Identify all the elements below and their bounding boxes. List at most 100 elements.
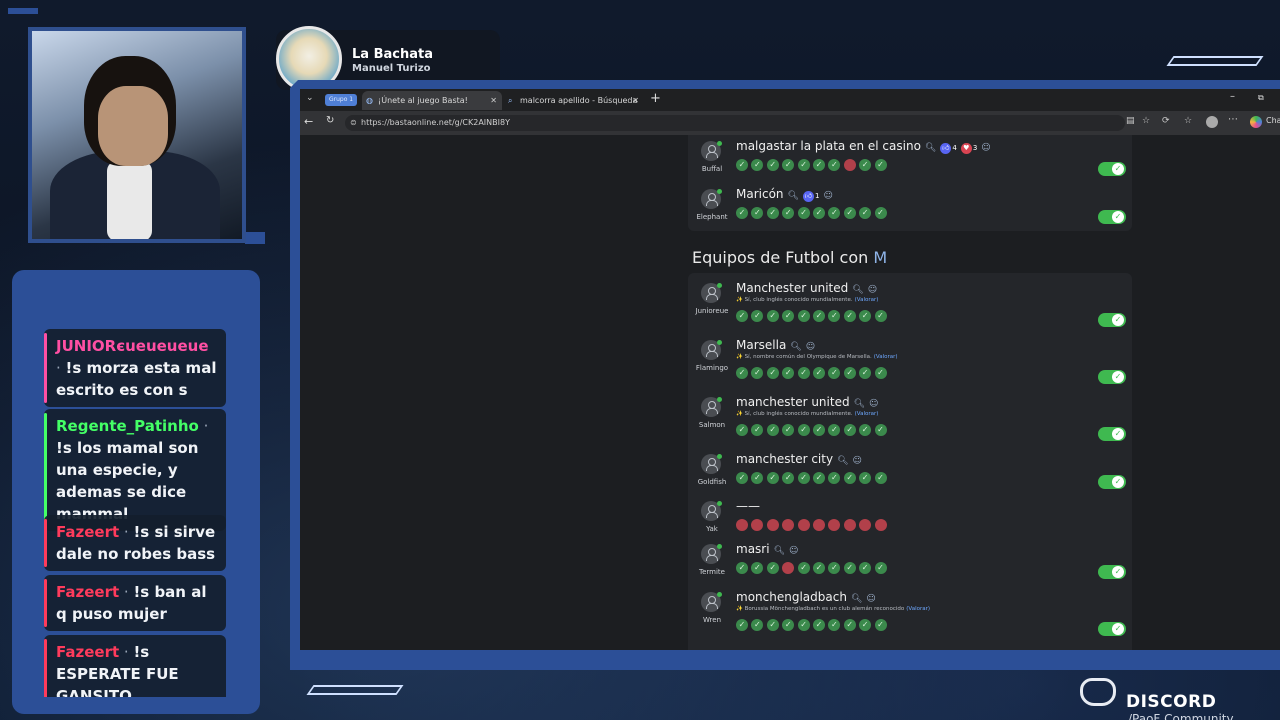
site-info-icon[interactable]: ⊜	[350, 115, 357, 131]
vote-approve-icon: ✓	[812, 367, 825, 379]
validity-toggle[interactable]	[1098, 565, 1126, 579]
close-icon[interactable]: ✕	[490, 91, 497, 110]
vote-approve-icon: ✓	[736, 619, 748, 631]
reader-icon[interactable]: ▤	[1126, 116, 1135, 126]
vote-approve-icon: ✓	[766, 310, 779, 322]
collections-icon[interactable]: ☆	[1184, 116, 1192, 126]
back-arrow-icon[interactable]: ←	[304, 115, 313, 128]
vote-approve-icon: ✓	[812, 562, 825, 574]
add-reaction-icon[interactable]: ☺	[806, 342, 815, 352]
vote-approve-icon: ✓	[797, 472, 810, 484]
online-indicator	[717, 397, 722, 402]
add-reaction-icon[interactable]: ☺	[868, 285, 877, 295]
search-icon[interactable]: 🔍︎	[854, 399, 865, 409]
vote-reject-icon	[828, 519, 841, 531]
player-avatar	[701, 283, 722, 303]
validity-toggle[interactable]	[1098, 313, 1126, 327]
reload-icon[interactable]: ↻	[326, 115, 334, 126]
search-icon[interactable]: 🔍︎	[837, 456, 848, 466]
url-field[interactable]: ⊜ https://bastaonline.net/g/CK2AINBI8Y	[345, 115, 1125, 131]
more-menu-icon[interactable]: ⋯	[1228, 114, 1238, 125]
add-reaction-icon[interactable]: ☺	[853, 456, 862, 466]
profile-avatar-icon[interactable]	[1206, 116, 1218, 128]
chat-message: Regente_Patinho · !s los mamal son una e…	[44, 409, 226, 531]
vote-approve-icon: ✓	[797, 310, 810, 322]
answer-votes: ✓ ✓ ✓ ✓ ✓ ✓ ✓ ✓ ✓ ✓	[736, 424, 887, 436]
search-icon[interactable]: 🔍︎	[790, 342, 801, 352]
search-icon[interactable]: 🔍︎	[925, 143, 936, 153]
like-icon: 👍︎	[940, 143, 952, 154]
vote-approve-icon: ✓	[766, 207, 779, 219]
answer-votes: ✓ ✓ ✓ ✓ ✓ ✓ ✓ ✓ ✓ ✓	[736, 207, 887, 219]
search-icon[interactable]: 🔍︎	[851, 594, 862, 604]
reaction-like[interactable]: 👍︎ 4	[940, 143, 957, 154]
rate-link[interactable]: (Valorar)	[855, 297, 879, 303]
vote-approve-icon: ✓	[859, 562, 872, 574]
add-reaction-icon[interactable]: ☺	[869, 399, 878, 409]
search-icon[interactable]: 🔍︎	[852, 285, 863, 295]
vote-approve-icon: ✓	[828, 562, 841, 574]
validity-toggle[interactable]	[1098, 370, 1126, 384]
answer-word: Manchester united	[736, 281, 849, 295]
webcam-frame	[28, 27, 246, 243]
player-avatar	[701, 340, 722, 360]
answer-word: Marsella	[736, 338, 787, 352]
ai-note: ✨ Borussia Mönchengladbach es un club al…	[736, 606, 930, 612]
vote-reject-icon	[751, 519, 764, 531]
copilot-icon[interactable]	[1250, 116, 1262, 128]
vote-approve-icon: ✓	[874, 472, 887, 484]
add-reaction-icon[interactable]: ☺	[789, 546, 798, 556]
minimize-icon[interactable]: –	[1230, 91, 1235, 102]
tab-group-label[interactable]: Grupo 1	[325, 94, 358, 106]
tab-list-chevron-icon[interactable]: ⌄	[306, 93, 314, 103]
tab-basta[interactable]: ◍ ¡Únete al juego Basta! ✕	[362, 91, 502, 110]
vote-approve-icon: ✓	[736, 367, 748, 379]
search-icon[interactable]: 🔍︎	[788, 191, 799, 201]
answer-votes	[736, 519, 887, 531]
category-letter: M	[873, 248, 888, 267]
online-indicator	[717, 340, 722, 345]
reaction-like[interactable]: 👍︎ 1	[802, 191, 819, 202]
player-name: Salmon	[698, 421, 726, 429]
add-reaction-icon[interactable]: ☺	[823, 191, 832, 201]
heart-icon: ♥	[960, 143, 972, 154]
rate-link[interactable]: (Valorar)	[874, 354, 898, 360]
overlay-frame-top	[8, 8, 38, 14]
vote-reject-icon	[782, 519, 795, 531]
rate-link[interactable]: (Valorar)	[906, 606, 930, 612]
vote-approve-icon: ✓	[782, 207, 795, 219]
rate-link[interactable]: (Valorar)	[855, 411, 879, 417]
vote-approve-icon: ✓	[828, 207, 841, 219]
reaction-heart[interactable]: ♥ 3	[960, 143, 977, 154]
search-icon[interactable]: 🔍︎	[774, 546, 785, 556]
add-reaction-icon[interactable]: ☺	[866, 594, 875, 604]
player-name: Goldfish	[697, 478, 727, 486]
player-name: Flamingo	[695, 364, 729, 372]
discord-logo-icon	[1080, 678, 1116, 706]
player-name: Termite	[699, 568, 725, 576]
player-name: Wren	[702, 616, 722, 624]
online-indicator	[717, 592, 722, 597]
restore-icon[interactable]: ⧉	[1258, 93, 1264, 103]
chat-button-label[interactable]: Chat	[1266, 116, 1280, 125]
validity-toggle[interactable]	[1098, 210, 1126, 224]
vote-approve-icon: ✓	[812, 424, 825, 436]
vote-approve-icon: ✓	[828, 367, 841, 379]
extensions-icon[interactable]: ⟳	[1162, 116, 1170, 126]
chat-separator: ·	[198, 417, 209, 435]
validity-toggle[interactable]	[1098, 622, 1126, 636]
vote-reject-icon	[859, 519, 872, 531]
chat-separator: ·	[119, 523, 134, 541]
vote-reject-icon	[874, 519, 887, 531]
add-reaction-icon[interactable]: ☺	[981, 143, 990, 153]
validity-toggle[interactable]	[1098, 162, 1126, 176]
new-tab-plus-icon[interactable]: +	[650, 91, 661, 106]
answer-votes: ✓ ✓ ✓ ✓ ✓ ✓ ✓ ✓ ✓ ✓	[736, 472, 887, 484]
favorite-star-icon[interactable]: ☆	[1142, 116, 1150, 126]
close-icon[interactable]: ✕	[632, 91, 639, 110]
tab-search[interactable]: ⌕ malcorra apellido - Búsqueda ✕	[504, 91, 644, 110]
validity-toggle[interactable]	[1098, 475, 1126, 489]
validity-toggle[interactable]	[1098, 427, 1126, 441]
vote-approve-icon: ✓	[859, 159, 872, 171]
vote-approve-icon: ✓	[874, 562, 887, 574]
